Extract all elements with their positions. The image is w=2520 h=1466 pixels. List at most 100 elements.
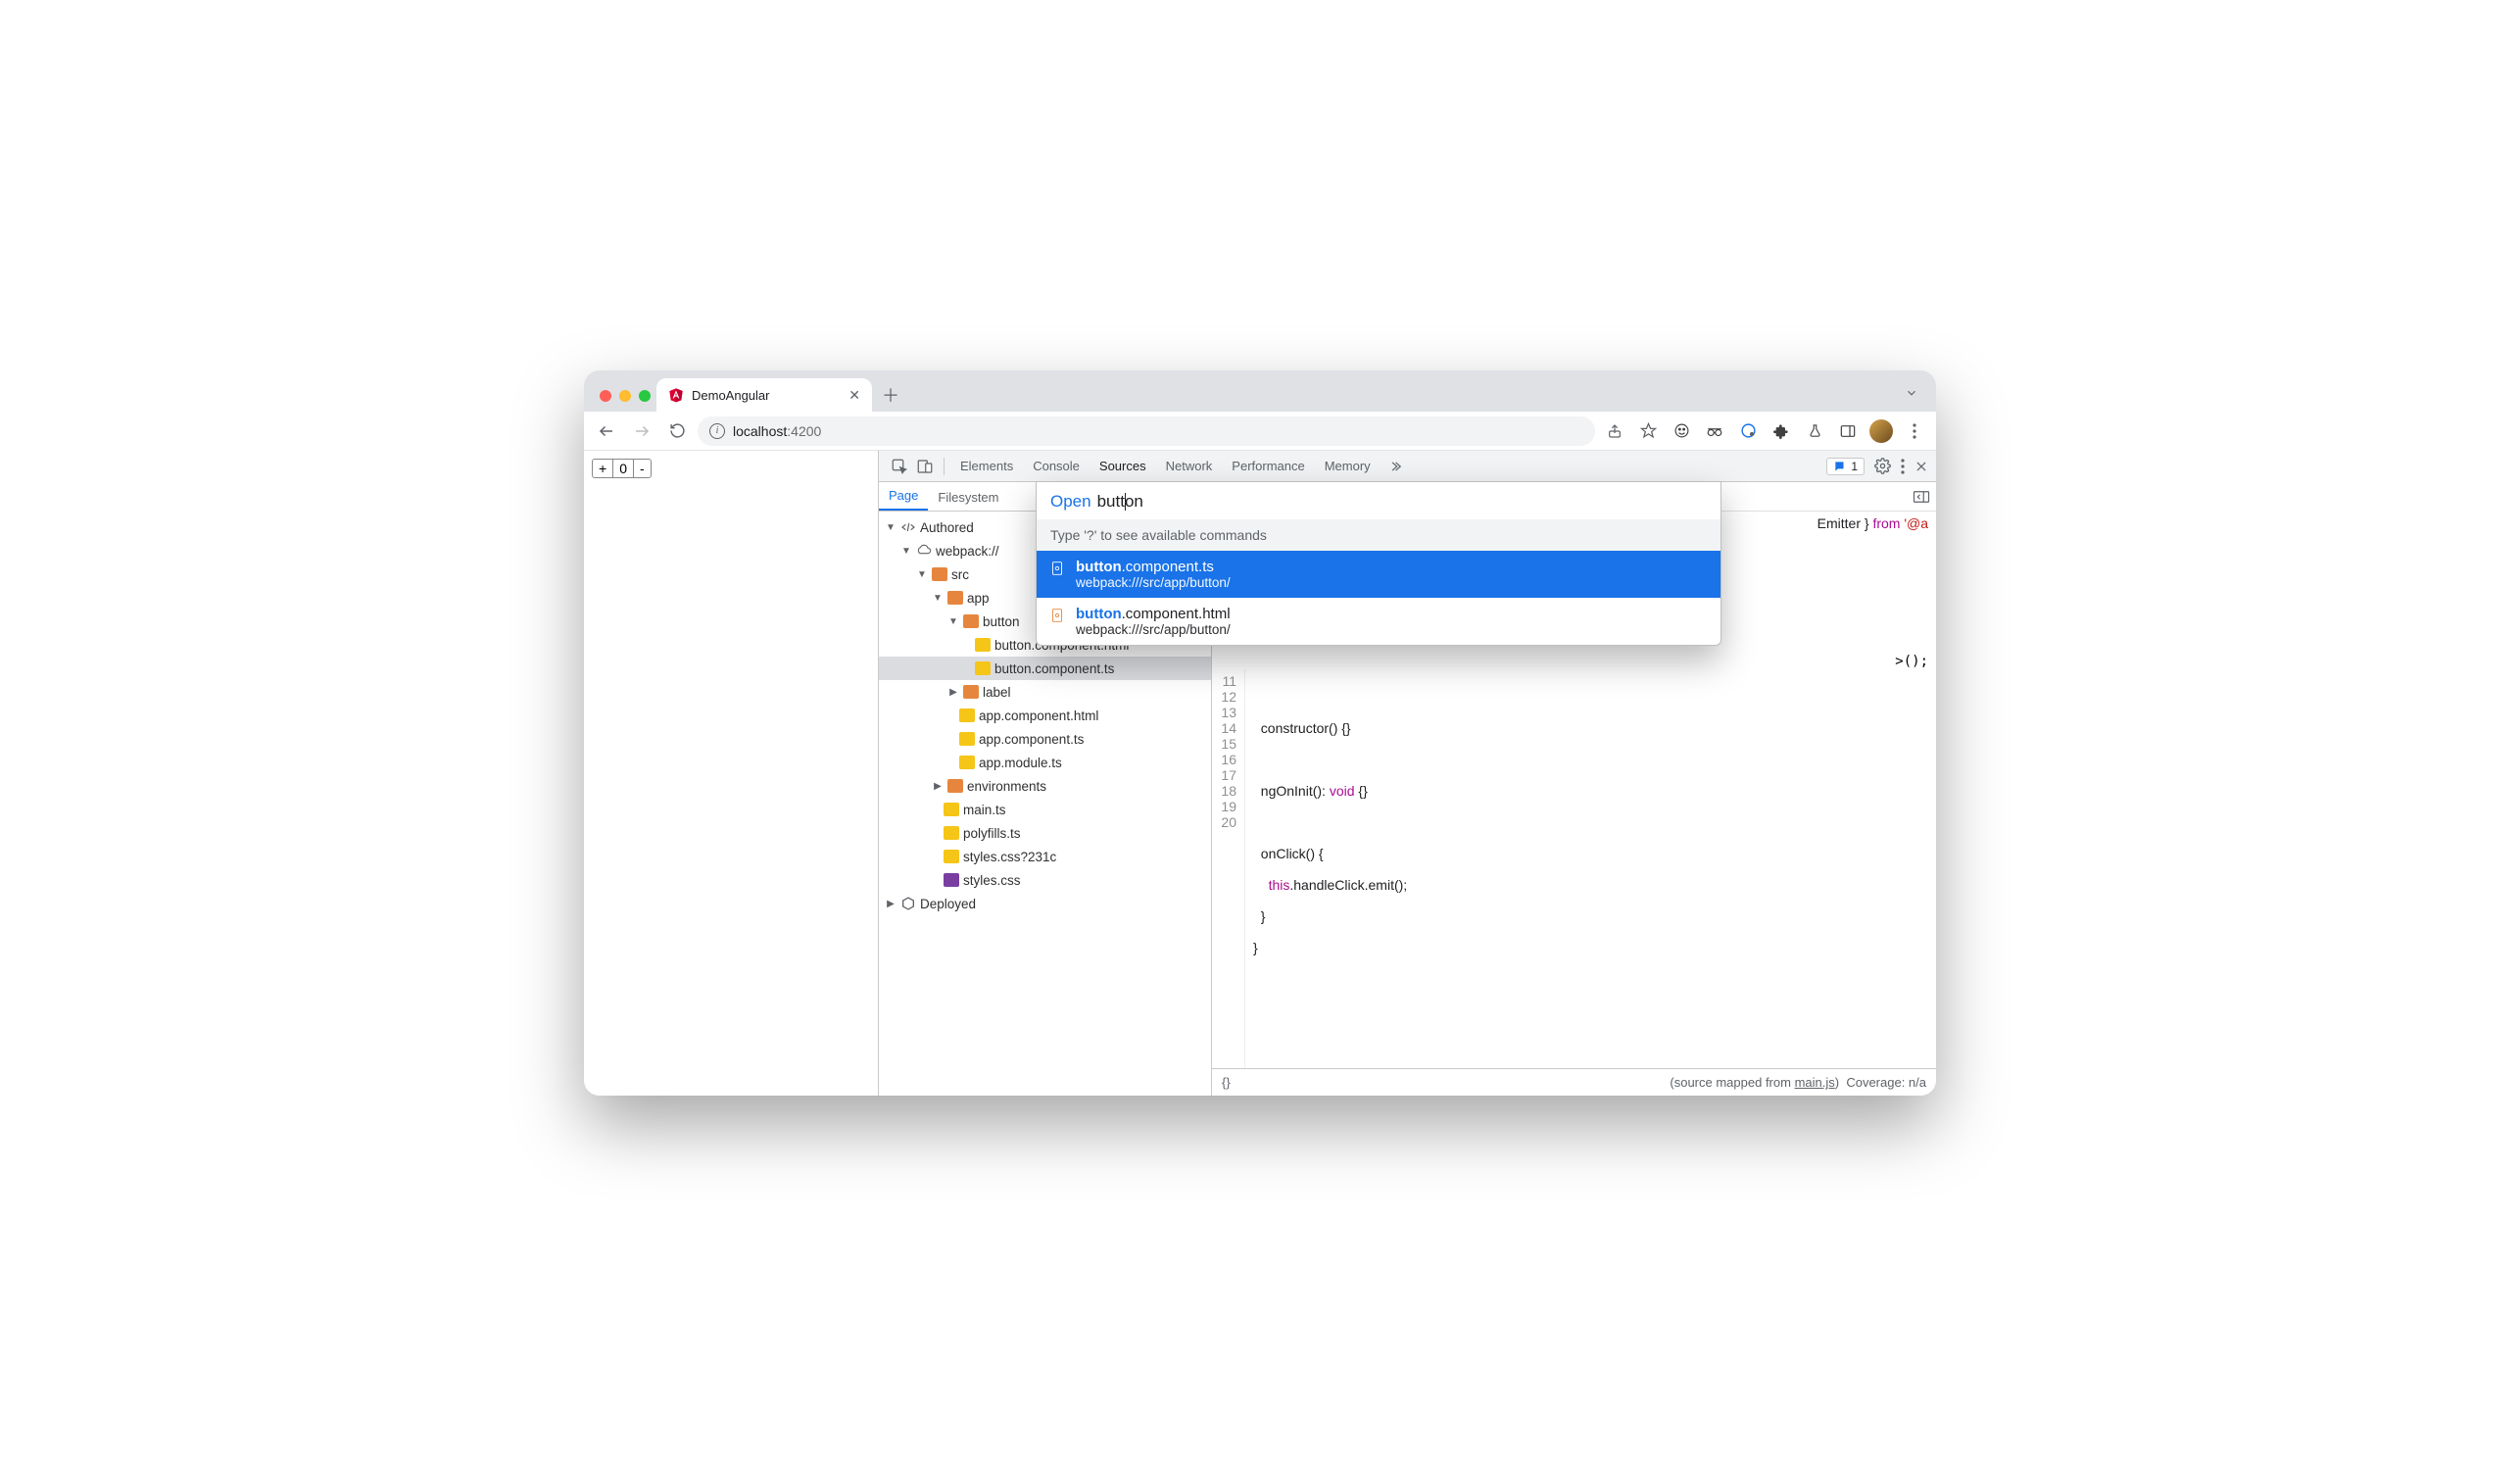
issues-chip[interactable]: 1 xyxy=(1826,458,1865,475)
sourcemap-link[interactable]: main.js xyxy=(1795,1075,1835,1090)
file-icon xyxy=(959,709,975,722)
reload-button[interactable] xyxy=(662,416,692,446)
decrement-button[interactable]: - xyxy=(634,460,651,477)
sidepanel-icon[interactable] xyxy=(1834,417,1862,445)
open-result-1[interactable]: button.component.ts webpack:///src/app/b… xyxy=(1037,551,1720,598)
nav-tab-page[interactable]: Page xyxy=(879,482,928,511)
settings-gear-icon[interactable] xyxy=(1874,458,1891,474)
tab-strip: DemoAngular ✕ ＋ xyxy=(584,370,1936,412)
file-icon xyxy=(959,732,975,746)
tree-label-folder[interactable]: ▶label xyxy=(879,680,1211,704)
back-button[interactable] xyxy=(592,416,621,446)
open-result-2[interactable]: button.component.html webpack:///src/app… xyxy=(1037,598,1720,645)
pretty-print-button[interactable]: {} xyxy=(1222,1075,1231,1090)
extensions-puzzle-icon[interactable] xyxy=(1768,417,1795,445)
file-icon xyxy=(944,850,959,863)
forward-button[interactable] xyxy=(627,416,656,446)
open-file-dialog: Open button Type '?' to see available co… xyxy=(1036,481,1721,646)
folder-icon xyxy=(947,779,963,793)
tab-performance[interactable]: Performance xyxy=(1222,451,1314,482)
extension-incognito-icon[interactable] xyxy=(1701,417,1728,445)
tree-deployed[interactable]: ▶Deployed xyxy=(879,892,1211,915)
tab-sources[interactable]: Sources xyxy=(1090,451,1156,482)
window-controls xyxy=(594,390,656,412)
site-info-icon[interactable]: i xyxy=(709,423,725,439)
open-file-input[interactable]: Open button xyxy=(1037,482,1720,519)
file-icon xyxy=(1050,561,1066,576)
chrome-menu-icon[interactable] xyxy=(1901,417,1928,445)
bookmark-star-icon[interactable] xyxy=(1634,417,1662,445)
file-icon xyxy=(944,826,959,840)
labs-flask-icon[interactable] xyxy=(1801,417,1828,445)
profile-avatar[interactable] xyxy=(1867,417,1895,445)
minimize-window-button[interactable] xyxy=(619,390,631,402)
line-gutter: 11121314151617181920 xyxy=(1212,669,1245,1068)
cloud-icon xyxy=(916,544,932,558)
tab-elements[interactable]: Elements xyxy=(950,451,1023,482)
counter-widget: + 0 - xyxy=(592,459,652,478)
close-devtools-icon[interactable] xyxy=(1914,460,1928,473)
tab-network[interactable]: Network xyxy=(1156,451,1223,482)
new-tab-button[interactable]: ＋ xyxy=(876,380,905,410)
tree-file-styles[interactable]: styles.css xyxy=(879,868,1211,892)
file-icon xyxy=(975,661,991,675)
folder-icon xyxy=(963,685,979,699)
close-tab-button[interactable]: ✕ xyxy=(848,387,860,404)
devtools-tabs: Elements Console Sources Network Perform… xyxy=(879,451,1936,482)
folder-icon xyxy=(947,591,963,605)
browser-tab[interactable]: DemoAngular ✕ xyxy=(656,378,872,412)
maximize-window-button[interactable] xyxy=(639,390,651,402)
share-icon[interactable] xyxy=(1601,417,1628,445)
url-text: localhost:4200 xyxy=(733,423,821,439)
page-content: + 0 - xyxy=(584,451,878,1096)
extension-face-icon[interactable] xyxy=(1668,417,1695,445)
tab-console[interactable]: Console xyxy=(1023,451,1090,482)
file-icon xyxy=(944,873,959,887)
tab-title: DemoAngular xyxy=(692,388,841,403)
result-title: button.component.html xyxy=(1076,606,1231,622)
result-title: button.component.ts xyxy=(1076,559,1231,575)
result-path: webpack:///src/app/button/ xyxy=(1076,575,1231,590)
box-icon xyxy=(900,896,916,911)
tree-file-app-module[interactable]: app.module.ts xyxy=(879,751,1211,774)
folder-icon xyxy=(932,567,947,581)
open-label: Open xyxy=(1050,492,1091,512)
extension-circle-icon[interactable] xyxy=(1734,417,1762,445)
result-path: webpack:///src/app/button/ xyxy=(1076,622,1231,637)
nav-tab-filesystem[interactable]: Filesystem xyxy=(928,484,1008,511)
devtools-panel: Elements Console Sources Network Perform… xyxy=(878,451,1936,1096)
tree-file-styles-query[interactable]: styles.css?231c xyxy=(879,845,1211,868)
counter-value: 0 xyxy=(613,460,634,477)
browser-toolbar: i localhost:4200 xyxy=(584,412,1936,451)
tree-file-app-ts[interactable]: app.component.ts xyxy=(879,727,1211,751)
tree-file-main[interactable]: main.ts xyxy=(879,798,1211,821)
close-window-button[interactable] xyxy=(600,390,611,402)
editor-statusbar: {} (source mapped from main.js) Coverage… xyxy=(1212,1068,1936,1096)
open-hint: Type '?' to see available commands xyxy=(1037,519,1720,551)
issues-count: 1 xyxy=(1851,460,1858,473)
file-icon xyxy=(975,638,991,652)
tab-search-button[interactable] xyxy=(1897,378,1926,408)
devtools-menu-icon[interactable] xyxy=(1901,459,1905,474)
tree-file-polyfills[interactable]: polyfills.ts xyxy=(879,821,1211,845)
address-bar[interactable]: i localhost:4200 xyxy=(698,416,1595,446)
code-body[interactable]: constructor() {} ngOnInit(): void {} onC… xyxy=(1245,669,1415,1068)
tree-file-button-ts[interactable]: button.component.ts xyxy=(879,657,1211,680)
tree-env-folder[interactable]: ▶environments xyxy=(879,774,1211,798)
tab-memory[interactable]: Memory xyxy=(1315,451,1381,482)
angular-icon xyxy=(668,387,684,403)
more-tabs-button[interactable] xyxy=(1381,460,1410,473)
device-toolbar-icon[interactable] xyxy=(912,458,938,475)
file-icon xyxy=(959,756,975,769)
code-fragment-2: >(); xyxy=(1212,654,1936,669)
toggle-sidebar-icon[interactable] xyxy=(1913,490,1930,504)
code-icon xyxy=(900,520,916,534)
tree-file-app-html[interactable]: app.component.html xyxy=(879,704,1211,727)
code-fragment: Emitter } xyxy=(1817,515,1873,531)
increment-button[interactable]: + xyxy=(593,460,613,477)
file-icon xyxy=(944,803,959,816)
inspect-element-icon[interactable] xyxy=(887,458,912,475)
open-query: button xyxy=(1097,492,1143,512)
status-text: (source mapped from main.js) Coverage: n… xyxy=(1670,1075,1926,1090)
file-icon xyxy=(1050,608,1066,623)
